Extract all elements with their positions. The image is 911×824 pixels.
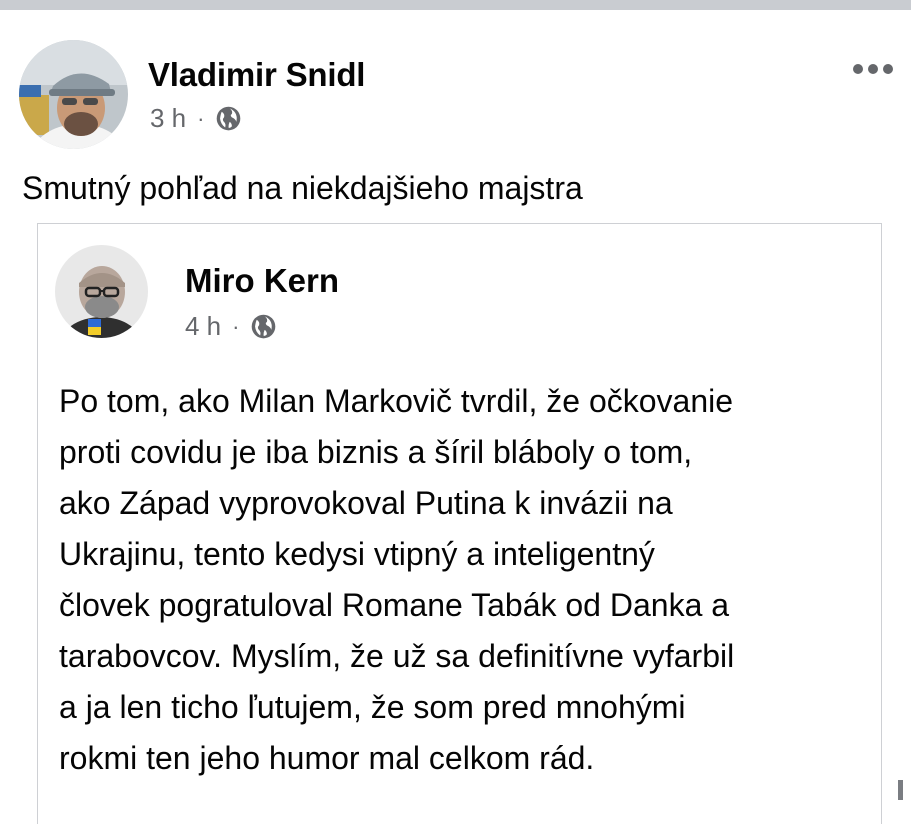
post-meta: 3 h · — [150, 103, 242, 134]
shared-post-text: Po tom, ako Milan Markovič tvrdil, že oč… — [59, 376, 859, 784]
shared-author-avatar[interactable] — [55, 245, 148, 338]
shared-author-name[interactable]: Miro Kern — [185, 262, 339, 300]
shared-text-line: a ja len ticho ľutujem, že som pred mnoh… — [59, 689, 686, 725]
shared-text-line: Po tom, ako Milan Markovič tvrdil, že oč… — [59, 383, 734, 419]
meta-separator: · — [232, 313, 240, 339]
author-avatar[interactable] — [19, 40, 128, 149]
shared-text-line: ako Západ vyprovokoval Putina k invázii … — [59, 485, 673, 521]
post-text: Smutný pohľad na niekdajšieho majstra — [22, 170, 583, 206]
shared-text-line: človek pogratuloval Romane Tabák od Dank… — [59, 587, 730, 623]
shared-text-line: Ukrajinu, tento kedysi vtipný a intelige… — [59, 536, 655, 572]
author-name[interactable]: Vladimir Snidl — [148, 56, 365, 94]
post-timestamp[interactable]: 3 h — [150, 103, 186, 134]
meta-separator: · — [197, 105, 205, 131]
shared-post-card[interactable]: Miro Kern 4 h · Po tom, ako Milan Markov… — [37, 223, 882, 824]
shared-post-meta: 4 h · — [185, 311, 277, 342]
globe-icon — [250, 313, 277, 340]
shared-text-line: tarabovcov. Myslím, že už sa definitívne… — [59, 638, 735, 674]
top-divider-strip — [0, 0, 911, 10]
shared-post-timestamp[interactable]: 4 h — [185, 311, 221, 342]
scrollbar-thumb[interactable] — [898, 780, 903, 800]
facebook-post: Vladimir Snidl 3 h · Smutný pohľad na ni… — [0, 10, 911, 824]
more-options-icon[interactable] — [853, 64, 893, 74]
shared-text-line: proti covidu je iba biznis a šíril blábo… — [59, 434, 693, 470]
shared-text-line: rokmi ten jeho humor mal celkom rád. — [59, 740, 595, 776]
globe-icon — [215, 105, 242, 132]
